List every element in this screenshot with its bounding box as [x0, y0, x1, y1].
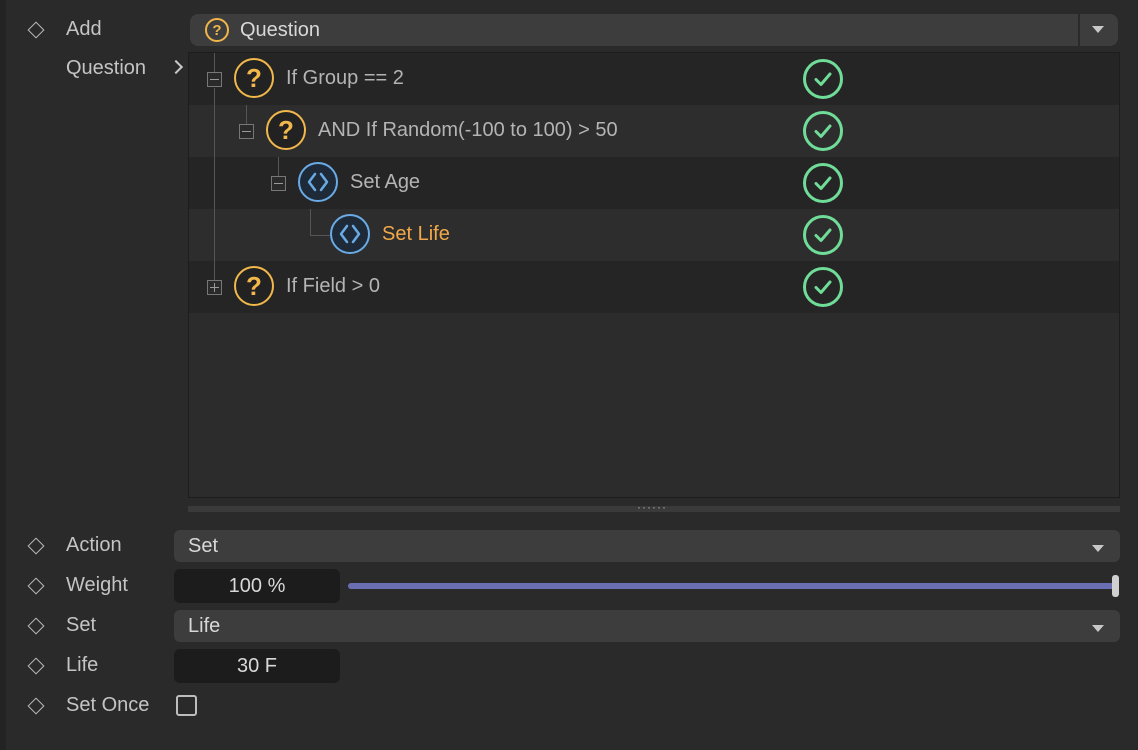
weight-slider-handle[interactable] [1112, 575, 1119, 597]
collapse-icon[interactable] [207, 72, 222, 87]
enabled-check-icon[interactable] [803, 215, 843, 255]
tree-node-label: If Field > 0 [286, 275, 380, 297]
life-keyframe-diamond-icon[interactable] [27, 657, 45, 675]
tree-row[interactable]: Set Age [189, 157, 1119, 209]
add-dropdown-value: Question [240, 18, 321, 41]
tree-node-label: Set Age [350, 171, 421, 193]
enabled-check-icon[interactable] [803, 59, 843, 99]
weight-slider[interactable] [348, 583, 1116, 589]
splitter-grip-icon[interactable]: ······ [637, 500, 667, 514]
chevron-down-icon[interactable] [1092, 26, 1104, 33]
action-select-value: Set [188, 535, 219, 557]
action-icon [298, 162, 338, 202]
weight-input[interactable]: 100 % [174, 569, 340, 603]
action-select[interactable]: Set [174, 530, 1120, 562]
life-input[interactable]: 30 F [174, 649, 340, 683]
enabled-check-icon[interactable] [803, 163, 843, 203]
set-once-keyframe-diamond-icon[interactable] [27, 697, 45, 715]
set-select-value: Life [188, 615, 221, 637]
action-label: Action [66, 534, 122, 556]
question-icon: ? [234, 58, 274, 98]
action-icon [330, 214, 370, 254]
dropdown-divider [1078, 14, 1080, 46]
life-label: Life [66, 654, 99, 676]
chevron-right-icon[interactable] [168, 59, 184, 75]
set-select[interactable]: Life [174, 610, 1120, 642]
tree-node-label: Set Life [382, 223, 450, 245]
add-dropdown[interactable]: ? Question [190, 14, 1118, 46]
question-tree[interactable]: ? If Group == 2 ? AND If Random(-100 to … [188, 52, 1120, 498]
question-icon: ? [234, 266, 274, 306]
set-once-label: Set Once [66, 694, 150, 716]
action-keyframe-diamond-icon[interactable] [27, 537, 45, 555]
add-keyframe-diamond-icon[interactable] [27, 21, 45, 39]
question-icon: ? [266, 110, 306, 150]
tree-row-selected[interactable]: Set Life [189, 209, 1119, 261]
weight-label: Weight [66, 574, 128, 596]
expand-icon[interactable] [207, 280, 222, 295]
add-label: Add [66, 18, 102, 40]
question-breadcrumb[interactable]: Question [66, 56, 146, 80]
question-icon: ? [205, 18, 229, 42]
tree-row[interactable]: ? AND If Random(-100 to 100) > 50 [189, 105, 1119, 157]
set-once-checkbox[interactable] [176, 695, 197, 716]
tree-node-label: If Group == 2 [286, 67, 404, 89]
set-keyframe-diamond-icon[interactable] [27, 617, 45, 635]
chevron-down-icon[interactable] [1092, 545, 1104, 552]
collapse-icon[interactable] [271, 176, 286, 191]
enabled-check-icon[interactable] [803, 267, 843, 307]
weight-keyframe-diamond-icon[interactable] [27, 577, 45, 595]
collapse-icon[interactable] [239, 124, 254, 139]
enabled-check-icon[interactable] [803, 111, 843, 151]
chevron-down-icon[interactable] [1092, 625, 1104, 632]
tree-row[interactable]: ? If Field > 0 [189, 261, 1119, 313]
tree-row[interactable]: ? If Group == 2 [189, 53, 1119, 105]
set-label: Set [66, 614, 97, 636]
tree-node-label: AND If Random(-100 to 100) > 50 [318, 119, 618, 141]
panel-edge [0, 0, 6, 750]
